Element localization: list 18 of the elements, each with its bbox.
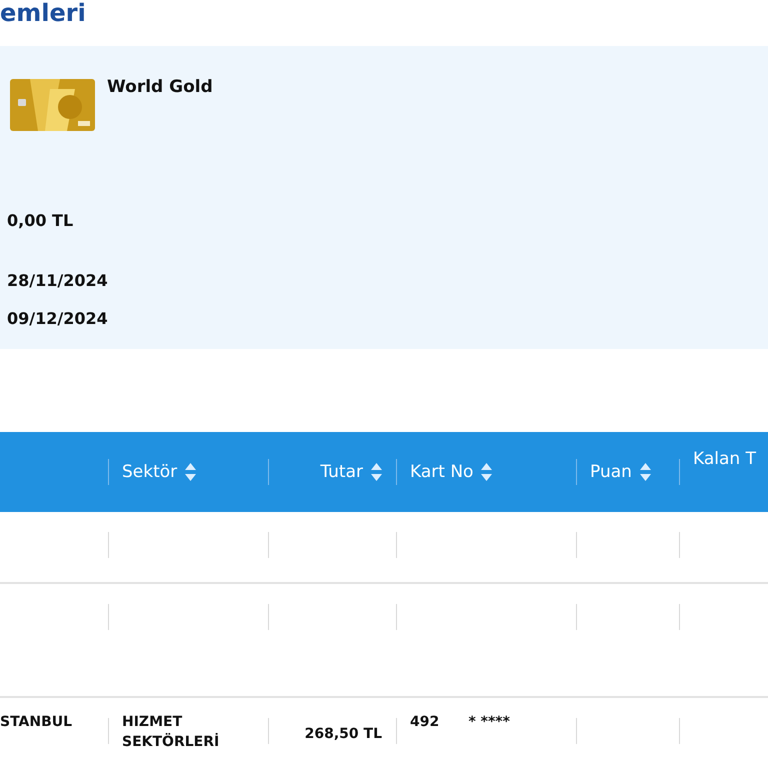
sort-icon[interactable] <box>481 463 492 481</box>
sort-icon[interactable] <box>185 463 196 481</box>
table-cell-text: 492 * **** <box>410 713 510 732</box>
column-header[interactable]: Sektör <box>122 462 196 482</box>
sort-icon[interactable] <box>371 463 382 481</box>
table-cell-text: 268,50 TL <box>304 725 382 744</box>
column-header[interactable]: Puan <box>590 462 651 482</box>
amount-value: 0,00 TL <box>7 211 74 230</box>
column-header[interactable]: Kart No <box>410 462 492 482</box>
column-header[interactable]: Tutar <box>320 462 382 482</box>
table-cell-text: STANBUL <box>0 713 72 732</box>
sort-icon[interactable] <box>640 463 651 481</box>
table-cell-text: HIZMET SEKTÖRLERİ <box>122 713 220 752</box>
date-value: 09/12/2024 <box>7 309 109 328</box>
column-header: Kalan T <box>693 449 756 469</box>
date-value: 28/11/2024 <box>7 271 109 290</box>
card-name: World Gold <box>107 77 213 98</box>
page-title: emleri <box>0 0 87 29</box>
